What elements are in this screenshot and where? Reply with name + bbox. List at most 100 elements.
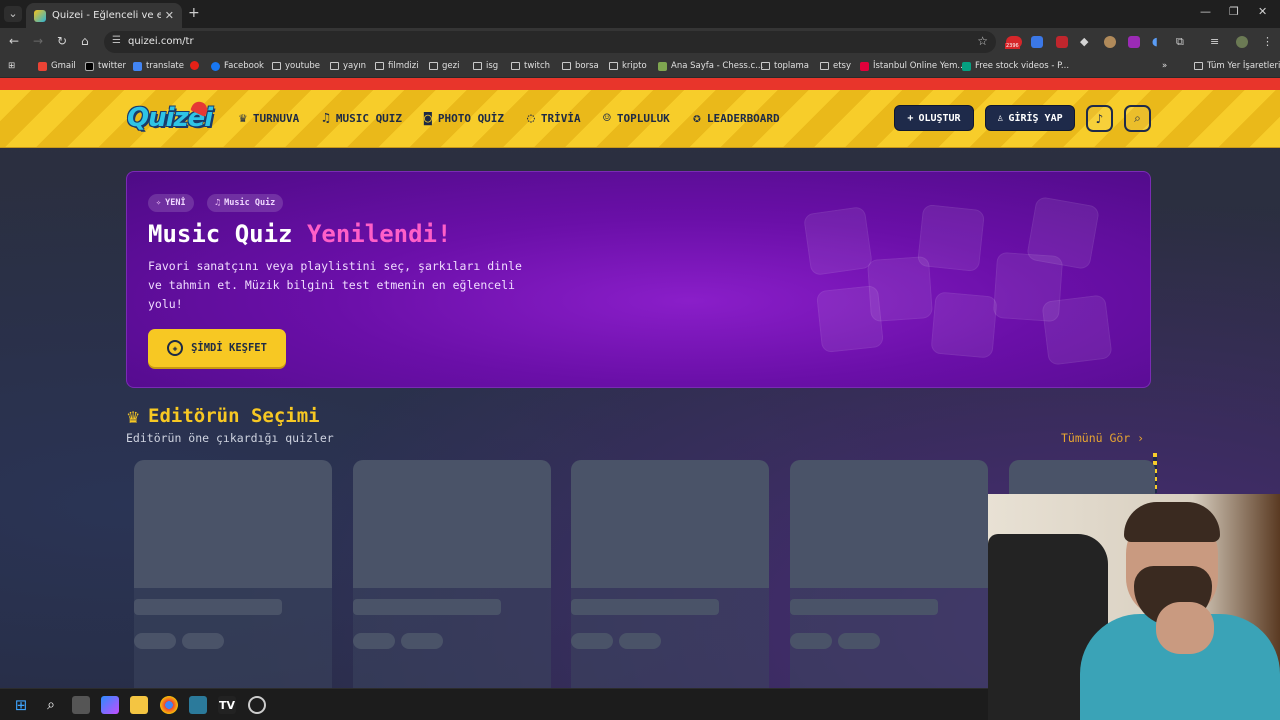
- restore-icon[interactable]: ❐: [1229, 5, 1239, 18]
- quiz-card-skeleton[interactable]: [134, 460, 332, 688]
- search-icon[interactable]: ⌕: [42, 696, 60, 714]
- nav-music-quiz[interactable]: ♫ MUSIC QUIZ: [322, 111, 402, 126]
- hero-title: Music Quiz Yenilendi!: [148, 220, 452, 248]
- bookmark-facebook[interactable]: Facebook: [211, 61, 264, 71]
- bookmark-folder-kripto[interactable]: kripto: [609, 61, 647, 71]
- file-explorer-icon[interactable]: [130, 696, 148, 714]
- webcam-person-hair: [1124, 502, 1220, 542]
- forward-icon[interactable]: →: [33, 34, 43, 48]
- card-tag-placeholder: [571, 633, 613, 649]
- nav-trivia[interactable]: ◌ TRİVİA: [527, 111, 581, 126]
- extension-sound-icon[interactable]: ◖: [1152, 35, 1158, 48]
- sparkle-icon: ✧: [156, 198, 162, 208]
- nav-turnuva[interactable]: ♛ TURNUVA: [239, 111, 299, 126]
- card-image-placeholder: [790, 460, 988, 588]
- folder-icon: [609, 62, 618, 70]
- login-button[interactable]: ♙ GİRİŞ YAP: [985, 105, 1075, 131]
- quiz-card-skeleton[interactable]: [571, 460, 769, 688]
- back-icon[interactable]: ←: [9, 34, 19, 48]
- folder-icon: [473, 62, 482, 70]
- quiz-card-skeleton[interactable]: [353, 460, 551, 688]
- bookmark-folder-isg[interactable]: isg: [473, 61, 498, 71]
- user-icon: ♙: [997, 112, 1004, 124]
- home-icon[interactable]: ⌂: [81, 34, 89, 48]
- extension-adblock-icon[interactable]: [1056, 36, 1068, 48]
- quiz-card-skeleton[interactable]: [790, 460, 988, 688]
- browser-menu-icon[interactable]: ⋮: [1262, 35, 1273, 48]
- bookmarks-overflow-icon[interactable]: »: [1162, 61, 1167, 71]
- card-tag-placeholder: [182, 633, 224, 649]
- notifications-button[interactable]: ♪: [1086, 105, 1113, 132]
- x-icon: [85, 61, 94, 71]
- bookmark-yemeksepeti[interactable]: İstanbul Online Yem...: [860, 61, 966, 71]
- card-tag-placeholder: [790, 633, 832, 649]
- new-tab-icon[interactable]: +: [188, 5, 200, 21]
- window-close-icon[interactable]: ✕: [1258, 5, 1267, 18]
- tab-search-icon[interactable]: ⌄: [4, 6, 22, 22]
- card-tag-placeholder: [401, 633, 443, 649]
- search-button[interactable]: ⌕: [1124, 105, 1151, 132]
- all-bookmarks[interactable]: Tüm Yer İşaretleri: [1194, 61, 1280, 71]
- explore-label: ŞİMDİ KEŞFET: [191, 342, 267, 354]
- card-title-placeholder: [790, 599, 938, 615]
- bookmark-folder-twitch[interactable]: twitch: [511, 61, 550, 71]
- windows-start-icon[interactable]: ⊞: [12, 696, 30, 714]
- extension-cookie-icon[interactable]: [1104, 36, 1116, 48]
- copilot-icon[interactable]: [101, 696, 119, 714]
- bookmark-folder-etsy[interactable]: etsy: [820, 61, 851, 71]
- reload-icon[interactable]: ↻: [57, 34, 67, 48]
- profile-avatar[interactable]: [1236, 36, 1248, 48]
- task-view-icon[interactable]: [72, 696, 90, 714]
- app-icon[interactable]: [189, 696, 207, 714]
- hero-description: Favori sanatçını veya playlistini seç, ş…: [148, 259, 522, 311]
- bookmark-translate[interactable]: translate: [133, 61, 184, 71]
- chrome-icon[interactable]: [160, 696, 178, 714]
- extensions-puzzle-icon[interactable]: ⧉: [1176, 35, 1184, 49]
- address-bar[interactable]: ☰ quizei.com/tr ☆: [104, 31, 996, 53]
- folder-icon: [511, 62, 520, 70]
- nav-photo-quiz[interactable]: ◙ PHOTO QUİZ: [424, 111, 504, 126]
- card-image-placeholder: [353, 460, 551, 588]
- reading-list-icon[interactable]: ≡: [1210, 35, 1219, 48]
- card-title-placeholder: [571, 599, 719, 615]
- tradingview-icon[interactable]: TV: [218, 696, 236, 714]
- bookmark-youtube-red[interactable]: [190, 61, 203, 70]
- explore-button[interactable]: ◈ ŞİMDİ KEŞFET: [148, 329, 286, 367]
- extension-twitch-icon[interactable]: [1128, 36, 1140, 48]
- bookmark-folder-yayin[interactable]: yayın: [330, 61, 366, 71]
- bookmark-twitter[interactable]: twitter: [85, 61, 126, 71]
- trophy-icon: ♛: [239, 111, 247, 126]
- bookmark-folder-filmdizi[interactable]: filmdizi: [375, 61, 419, 71]
- extension-translate-icon[interactable]: [1031, 36, 1043, 48]
- create-button[interactable]: + OLUŞTUR: [894, 105, 974, 131]
- extension-diamond-icon[interactable]: ◆: [1080, 35, 1088, 48]
- yemeksepeti-icon: [860, 61, 869, 71]
- chat-question-icon: ◌: [527, 111, 535, 126]
- bookmark-folder-youtube[interactable]: youtube: [272, 61, 320, 71]
- chess-icon: [658, 61, 667, 71]
- users-icon: ☺: [603, 111, 611, 126]
- bookmark-folder-borsa[interactable]: borsa: [562, 61, 599, 71]
- nav-label: TOPLULUK: [616, 112, 670, 125]
- nav-leaderboard[interactable]: ✪ LEADERBOARD: [693, 111, 780, 126]
- site-info-icon[interactable]: ☰: [112, 35, 121, 46]
- decor-tile: [1041, 294, 1113, 366]
- nav-label: MUSIC QUIZ: [335, 112, 403, 125]
- bookmark-folder-gezi[interactable]: gezi: [429, 61, 459, 71]
- browser-tab[interactable]: Quizei - Eğlenceli ve etkileşimli ✕: [26, 3, 182, 28]
- os-taskbar: ⊞ ⌕ TV: [0, 688, 988, 720]
- badge-new: ✧ YENİ: [148, 194, 194, 212]
- tab-close-icon[interactable]: ✕: [165, 9, 174, 22]
- nav-topluluk[interactable]: ☺ TOPLULUK: [603, 111, 670, 126]
- tab-favicon-icon: [34, 9, 46, 22]
- bookmark-folder-toplama[interactable]: toplama: [761, 61, 809, 71]
- minimize-icon[interactable]: —: [1200, 5, 1211, 18]
- bookmark-chess[interactable]: Ana Sayfa - Chess.c...: [658, 61, 763, 71]
- gear-icon[interactable]: [248, 696, 266, 714]
- bookmark-gmail[interactable]: Gmail: [38, 61, 76, 71]
- music-note-icon: ♫: [215, 198, 221, 208]
- apps-grid-icon[interactable]: ⊞: [8, 61, 15, 71]
- bookmark-star-icon[interactable]: ☆: [977, 34, 988, 48]
- bookmark-pexels[interactable]: Free stock videos - P...: [962, 61, 1069, 71]
- see-all-link[interactable]: Tümünü Gör ›: [1061, 431, 1144, 445]
